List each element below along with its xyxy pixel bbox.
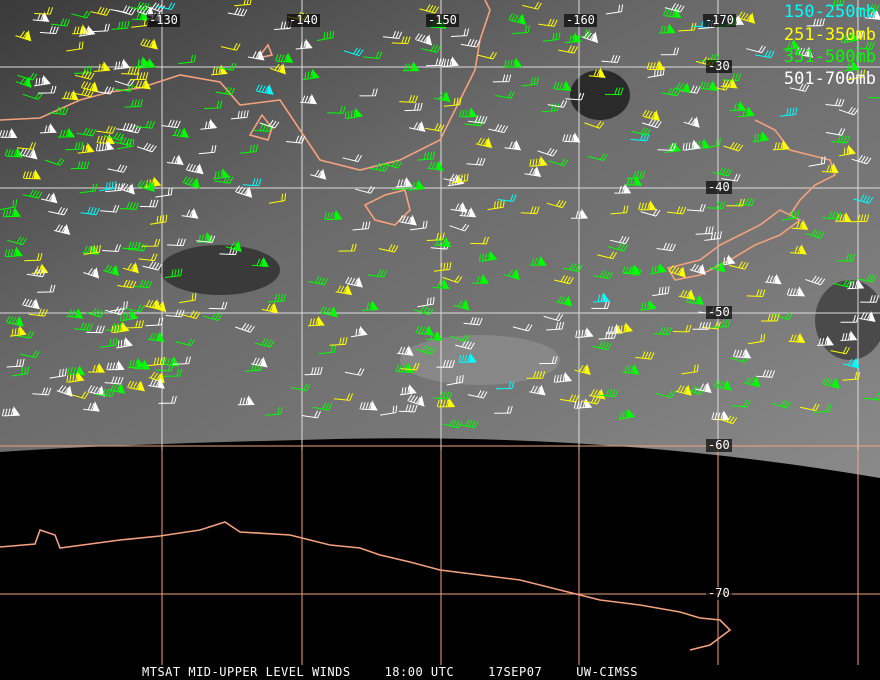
longitude-label: -160 xyxy=(564,13,597,27)
coastline-antarctica xyxy=(0,521,732,651)
latitude-label: -30 xyxy=(706,59,732,73)
latitude-label: -60 xyxy=(706,438,732,452)
legend-150-250mb: 150-250mb xyxy=(783,2,876,22)
latitude-label: -40 xyxy=(706,180,732,194)
time-label: 18:00 UTC xyxy=(384,665,455,679)
legend-501-700mb: 501-700mb xyxy=(783,69,876,89)
latitude-label: -70 xyxy=(706,586,732,600)
date-label: 17SEP07 xyxy=(488,665,543,679)
longitude-label: -140 xyxy=(287,13,320,27)
longitude-label: -150 xyxy=(426,13,459,27)
longitude-label: -130 xyxy=(147,13,180,27)
dark-cloud-region xyxy=(160,245,280,295)
product-title: MTSAT MID-UPPER LEVEL WINDS xyxy=(142,665,351,679)
water-vapor-image xyxy=(0,0,880,665)
satellite-wind-map: -130 -140 -150 -160 -170 -30 -40 -50 -60 -70 150… xyxy=(0,0,880,680)
legend-251-350mb: 251-350mb xyxy=(783,25,876,45)
footer-caption: MTSAT MID-UPPER LEVEL WINDS 18:00 UTC 17SE… xyxy=(142,665,672,679)
longitude-label: -170 xyxy=(703,13,736,27)
bright-cloud-region xyxy=(400,335,560,385)
source-label: UW-CIMSS xyxy=(576,665,638,679)
legend-351-500mb: 351-500mb xyxy=(783,47,876,67)
latitude-label: -50 xyxy=(706,305,732,319)
